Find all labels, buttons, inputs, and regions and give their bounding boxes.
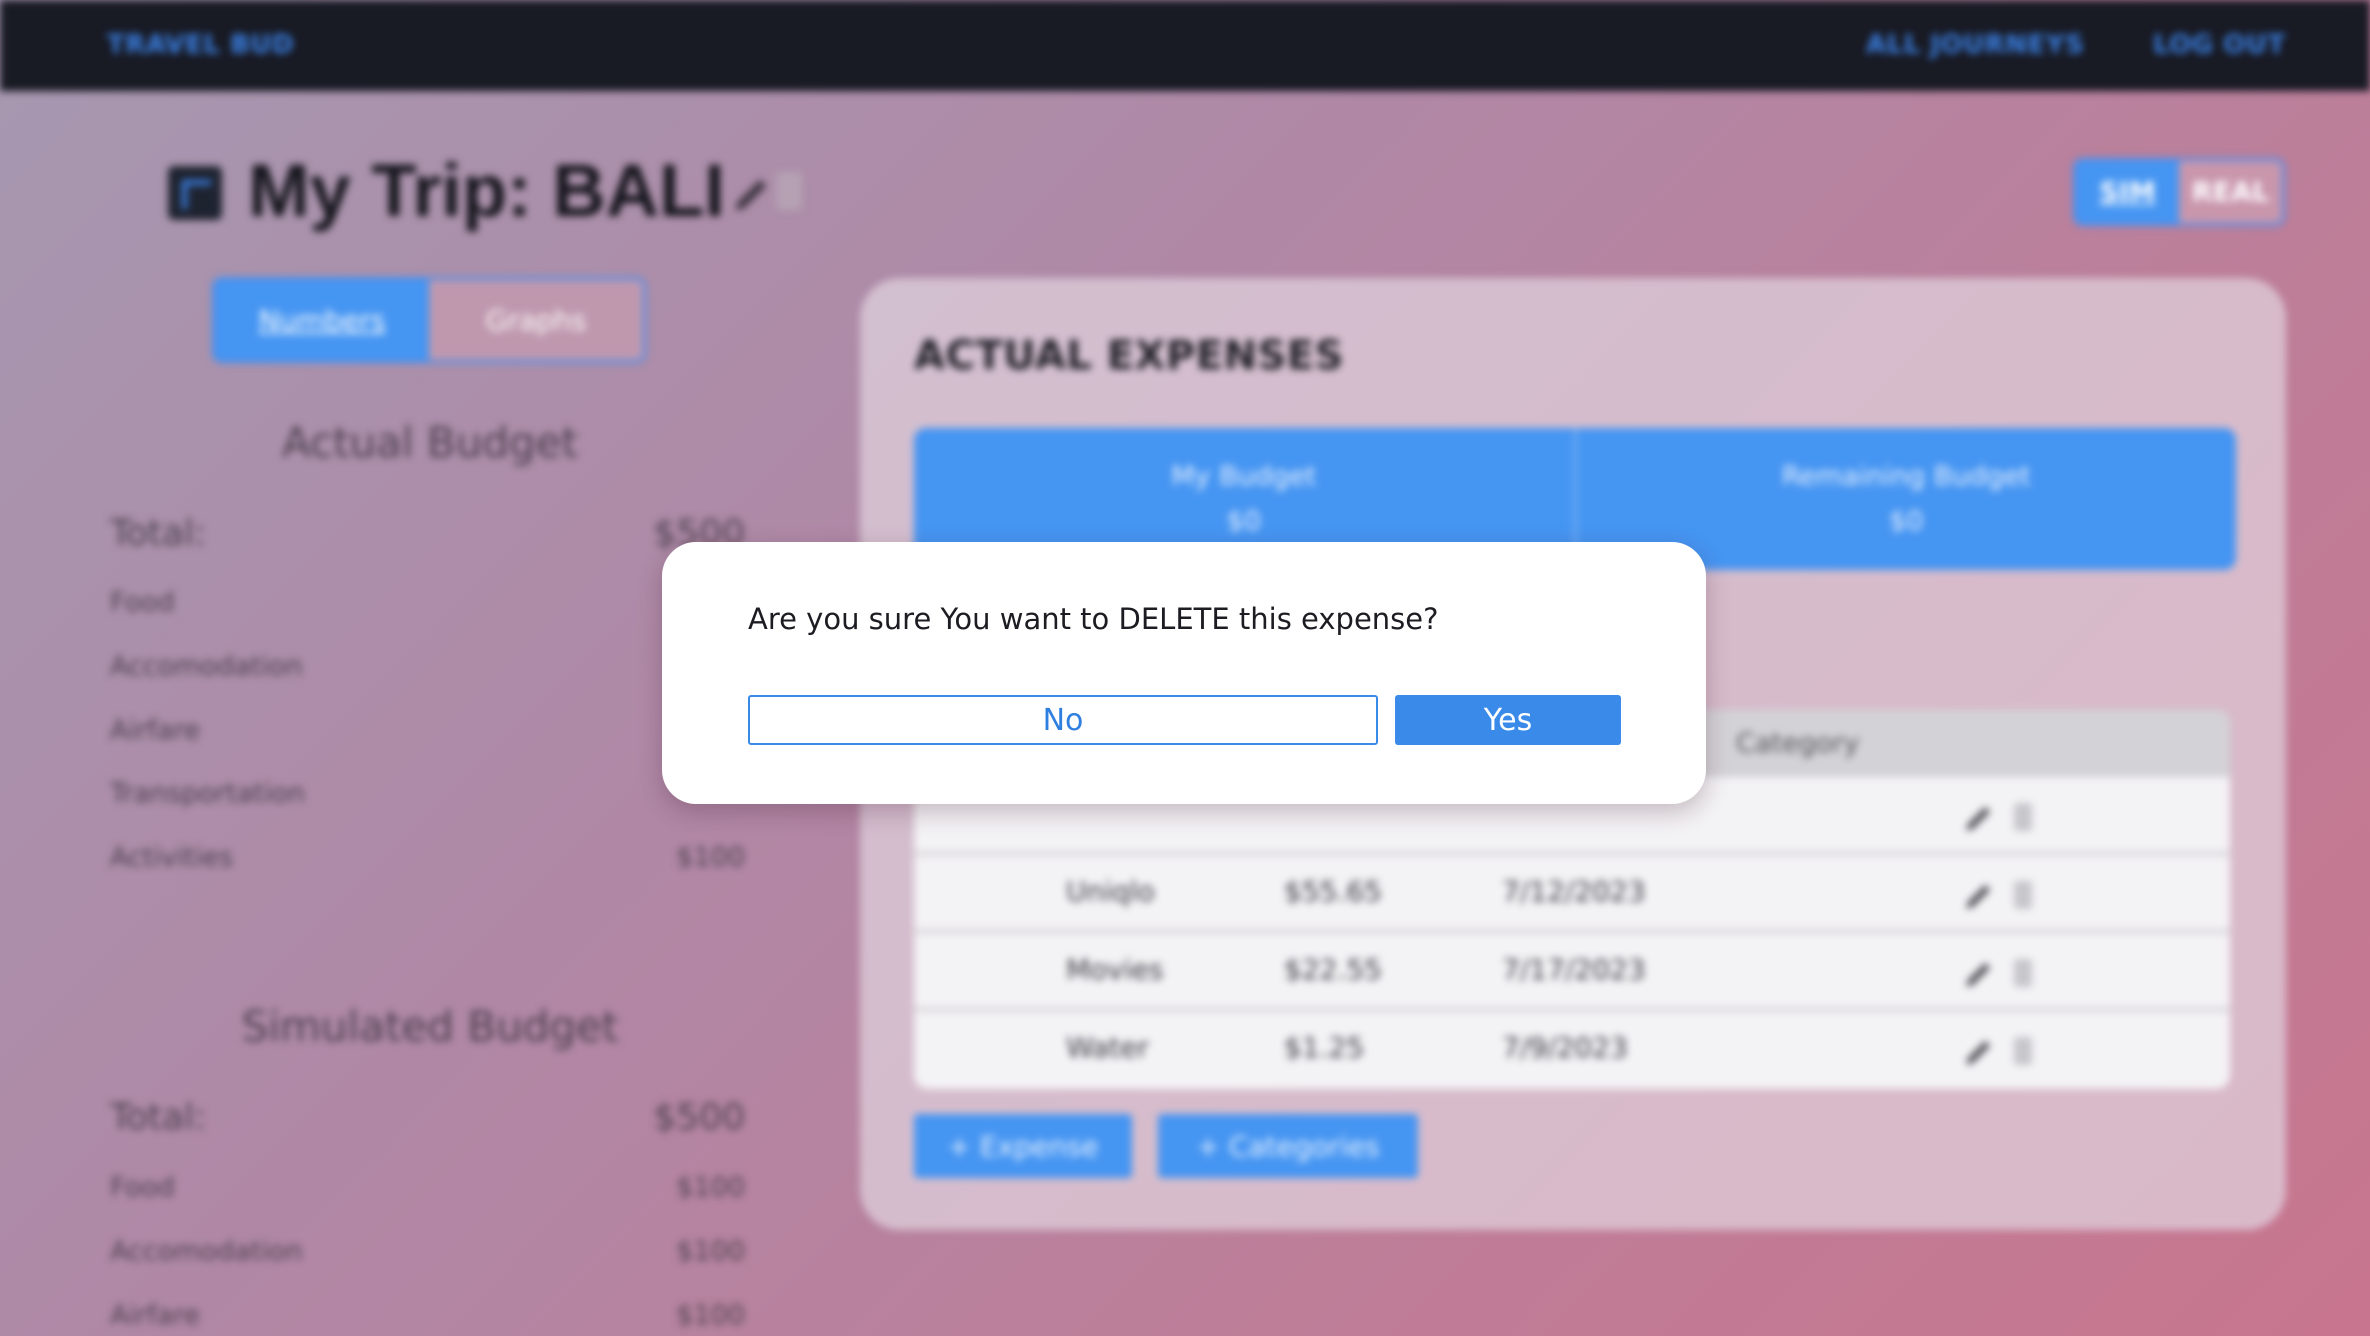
budget-item-label: Accomodation bbox=[110, 1236, 303, 1267]
log-out-link[interactable]: LOG OUT bbox=[2153, 30, 2286, 60]
dialog-message: Are you sure You want to DELETE this exp… bbox=[748, 602, 1439, 636]
my-budget-value: $0 bbox=[1226, 506, 1261, 537]
remaining-budget-label: Remaining Budget bbox=[1781, 461, 2031, 492]
delete-trash-icon[interactable] bbox=[2014, 803, 2032, 831]
actual-budget-heading: Actual Budget bbox=[282, 418, 578, 467]
page-title: My Trip: BALI bbox=[248, 149, 725, 232]
total-label: Total: bbox=[110, 1097, 207, 1138]
yes-button[interactable]: Yes bbox=[1395, 695, 1621, 745]
budget-item-airfare: Airfare bbox=[110, 715, 745, 746]
delete-trash-icon[interactable] bbox=[2014, 1037, 2032, 1065]
view-tabs: Numbers Graphs bbox=[212, 277, 646, 363]
add-categories-button[interactable]: + Categories bbox=[1158, 1114, 1418, 1178]
sim-budget-item-food: Food $100 bbox=[110, 1172, 745, 1203]
back-arrow-icon[interactable] bbox=[168, 166, 222, 220]
add-expense-button[interactable]: + Expense bbox=[914, 1114, 1132, 1178]
budget-item-label: Food bbox=[110, 1172, 175, 1203]
delete-trash-icon[interactable] bbox=[2014, 959, 2032, 987]
category-column-header: Category bbox=[1736, 728, 1860, 759]
total-label: Total: bbox=[110, 513, 207, 554]
table-row: Water $1.25 7/9/2023 bbox=[914, 1011, 2230, 1089]
budget-item-activities: Activities $100 bbox=[110, 842, 745, 873]
edit-pencil-icon[interactable] bbox=[1962, 879, 1996, 913]
expense-name: Uniqlo bbox=[1066, 875, 1155, 908]
budget-item-label: Airfare bbox=[110, 715, 201, 746]
budget-item-label: Food bbox=[110, 587, 175, 618]
expense-name: Water bbox=[1066, 1031, 1149, 1064]
budget-item-label: Transportation bbox=[110, 778, 305, 809]
sim-toggle-button[interactable]: SIM bbox=[2076, 161, 2179, 223]
total-value: $500 bbox=[653, 1097, 745, 1138]
remaining-budget-value: $0 bbox=[1889, 506, 1924, 537]
real-toggle-button[interactable]: REAL bbox=[2179, 161, 2282, 223]
simulated-budget-total: Total: $500 bbox=[110, 1097, 745, 1138]
budget-item-value: $100 bbox=[676, 1172, 745, 1203]
expense-amount: $1.25 bbox=[1284, 1031, 1365, 1064]
brand-logo[interactable]: TRAVEL BUD bbox=[107, 30, 294, 60]
actual-budget-total: Total: $500 bbox=[110, 513, 745, 554]
budget-item-transportation: Transportation bbox=[110, 778, 745, 809]
budget-item-value: $100 bbox=[676, 1236, 745, 1267]
budget-item-label: Airfare bbox=[110, 1300, 201, 1331]
all-journeys-link[interactable]: ALL JOURNEYS bbox=[1866, 30, 2084, 60]
simulated-budget-heading: Simulated Budget bbox=[241, 1002, 619, 1051]
sim-budget-item-airfare: Airfare $100 bbox=[110, 1300, 745, 1331]
budget-item-label: Accomodation bbox=[110, 651, 303, 682]
delete-trip-trash-icon[interactable] bbox=[776, 172, 802, 210]
budget-item-accomodation: Accomodation bbox=[110, 651, 745, 682]
sim-budget-item-accomodation: Accomodation $100 bbox=[110, 1236, 745, 1267]
budget-item-value: $100 bbox=[676, 1300, 745, 1331]
expense-amount: $55.65 bbox=[1284, 875, 1382, 908]
sim-real-toggle: SIM REAL bbox=[2073, 158, 2285, 226]
expense-date: 7/17/2023 bbox=[1502, 953, 1646, 986]
my-budget-label: My Budget bbox=[1171, 461, 1317, 492]
tab-numbers[interactable]: Numbers bbox=[215, 280, 429, 360]
edit-pencil-icon[interactable] bbox=[1962, 957, 1996, 991]
expense-date: 7/9/2023 bbox=[1502, 1031, 1628, 1064]
expense-name: Movies bbox=[1066, 953, 1164, 986]
edit-pencil-icon[interactable] bbox=[1962, 801, 1996, 835]
budget-item-food: Food bbox=[110, 587, 745, 618]
edit-pencil-icon[interactable] bbox=[1962, 1035, 1996, 1069]
edit-title-pencil-icon[interactable] bbox=[730, 172, 774, 216]
budget-item-label: Activities bbox=[110, 842, 234, 873]
expense-date: 7/12/2023 bbox=[1502, 875, 1646, 908]
table-row: Uniqlo $55.65 7/12/2023 bbox=[914, 855, 2230, 933]
delete-trash-icon[interactable] bbox=[2014, 881, 2032, 909]
table-row: Movies $22.55 7/17/2023 bbox=[914, 933, 2230, 1011]
expense-amount: $22.55 bbox=[1284, 953, 1382, 986]
delete-confirm-dialog: Are you sure You want to DELETE this exp… bbox=[662, 542, 1706, 804]
budget-item-value: $100 bbox=[676, 842, 745, 873]
tab-graphs[interactable]: Graphs bbox=[429, 280, 643, 360]
navbar: TRAVEL BUD ALL JOURNEYS LOG OUT bbox=[0, 0, 2370, 91]
expenses-card-title: ACTUAL EXPENSES bbox=[914, 333, 1344, 379]
no-button[interactable]: No bbox=[748, 695, 1378, 745]
